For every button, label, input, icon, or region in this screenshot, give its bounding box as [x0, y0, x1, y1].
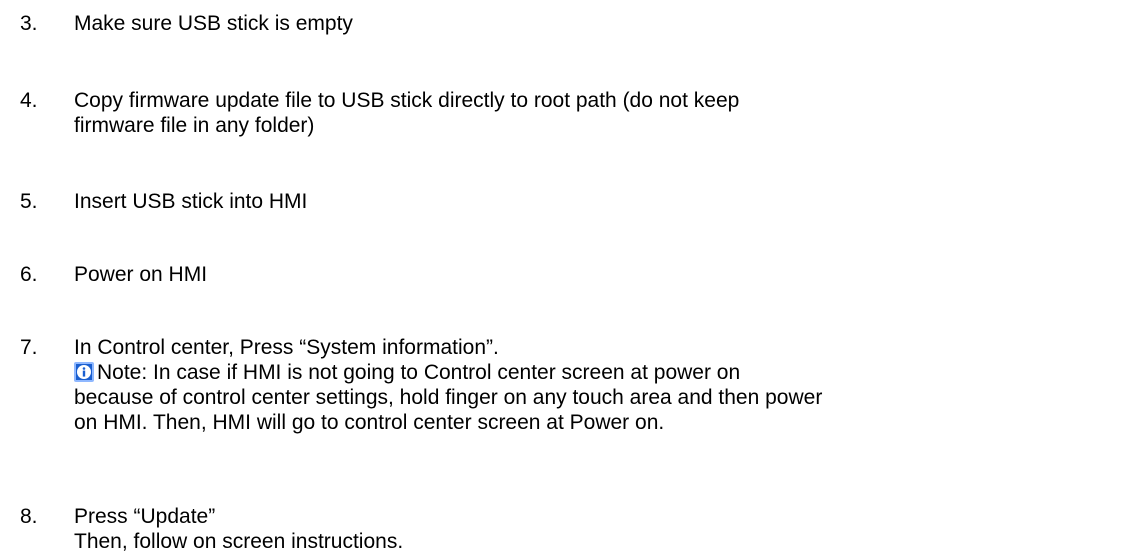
- step-text: Press “Update” Then, follow on screen in…: [74, 504, 1124, 554]
- step-line: firmware file in any folder): [74, 114, 315, 137]
- step-text: Insert USB stick into HMI: [74, 189, 1124, 214]
- info-icon: [74, 362, 94, 382]
- step-text: Copy firmware update file to USB stick d…: [74, 88, 1124, 138]
- note-text: Note: In case if HMI is not going to Con…: [97, 361, 741, 384]
- step-number: 4.: [20, 89, 38, 112]
- step-line: Press “Update”: [74, 505, 216, 528]
- step-number: 3.: [20, 12, 38, 35]
- note-line: because of control center settings, hold…: [74, 386, 823, 409]
- step-line: Insert USB stick into HMI: [74, 190, 308, 213]
- step-text: Make sure USB stick is empty: [74, 11, 1124, 36]
- step-number: 7.: [20, 336, 38, 359]
- step-text: In Control center, Press “System informa…: [74, 335, 1124, 435]
- step-line: Power on HMI: [74, 263, 208, 286]
- step-line: Make sure USB stick is empty: [74, 12, 353, 35]
- step-number: 8.: [20, 505, 38, 528]
- step-line: Copy firmware update file to USB stick d…: [74, 89, 740, 112]
- note-line: Note: In case if HMI is not going to Con…: [74, 360, 1124, 385]
- note-line: on HMI. Then, HMI will go to control cen…: [74, 411, 665, 434]
- step-text: Power on HMI: [74, 262, 1124, 287]
- step-line: Then, follow on screen instructions.: [74, 530, 404, 553]
- step-number: 5.: [20, 190, 38, 213]
- step-line: In Control center, Press “System informa…: [74, 336, 499, 359]
- step-number: 6.: [20, 263, 38, 286]
- firmware-update-instructions: 3. Make sure USB stick is empty 4. Copy …: [0, 0, 1129, 555]
- note-block: Note: In case if HMI is not going to Con…: [74, 360, 1124, 435]
